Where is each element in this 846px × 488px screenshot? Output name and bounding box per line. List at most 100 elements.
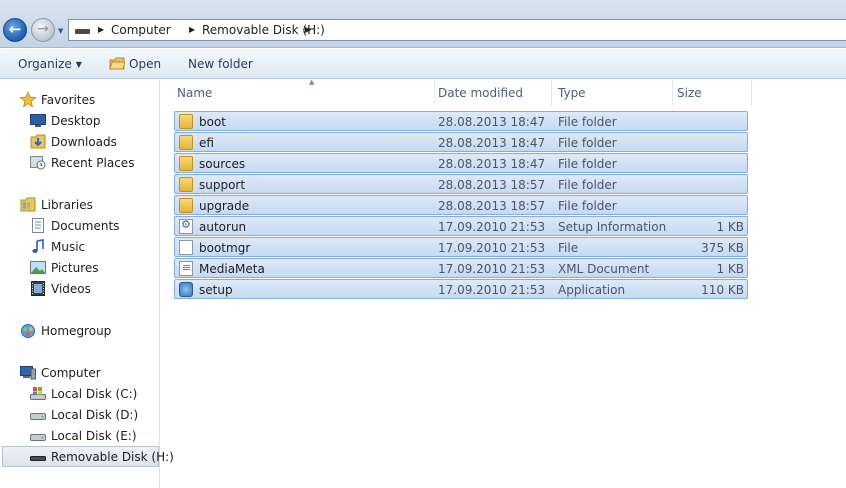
column-header-size[interactable]: Size — [673, 80, 752, 106]
organize-label: Organize — [18, 57, 72, 71]
address-bar[interactable]: ▶ Computer ▶ Removable Disk (H:) ▶ — [68, 19, 846, 41]
star-icon — [20, 92, 36, 107]
sidebar-item-label: Homegroup — [41, 324, 112, 338]
sidebar-item-label: Computer — [41, 366, 101, 380]
file-row-support[interactable]: support 28.08.2013 18:57 File folder — [174, 174, 748, 194]
removable-drive-icon — [75, 29, 90, 34]
file-row-sources[interactable]: sources 28.08.2013 18:47 File folder — [174, 153, 748, 173]
sidebar-item-local-disk-d[interactable]: Local Disk (D:) — [0, 405, 160, 425]
sidebar-item-label: Pictures — [51, 261, 99, 275]
file-row-efi[interactable]: efi 28.08.2013 18:47 File folder — [174, 132, 748, 152]
file-type: XML Document — [558, 262, 650, 276]
sidebar-item-label: Local Disk (E:) — [51, 429, 137, 443]
open-button[interactable]: Open — [129, 57, 161, 71]
sidebar-item-music[interactable]: Music — [0, 237, 160, 257]
sidebar-item-label: Music — [51, 240, 86, 254]
column-header-label: Size — [677, 86, 702, 100]
drive-icon — [30, 434, 46, 441]
file-date-modified: 17.09.2010 21:53 — [438, 262, 546, 276]
file-date-modified: 28.08.2013 18:47 — [438, 157, 546, 171]
file-row-autorun[interactable]: autorun 17.09.2010 21:53 Setup Informati… — [174, 216, 748, 236]
sidebar-item-homegroup[interactable]: Homegroup — [0, 321, 160, 341]
sidebar-item-label: Desktop — [51, 114, 101, 128]
sidebar-item-computer[interactable]: Computer — [0, 363, 160, 383]
column-header-type[interactable]: Type — [554, 80, 673, 106]
file-row-mediameta[interactable]: MediaMeta 17.09.2010 21:53 XML Document … — [174, 258, 748, 278]
sidebar-item-label: Local Disk (C:) — [51, 387, 138, 401]
new-folder-button[interactable]: New folder — [188, 57, 253, 71]
title-bar: ← → ▼ ▶ Computer ▶ Removable Disk (H:) ▶ — [0, 0, 846, 48]
file-row-upgrade[interactable]: upgrade 28.08.2013 18:57 File folder — [174, 195, 748, 215]
column-header-label: Type — [558, 86, 586, 100]
history-dropdown-icon[interactable]: ▼ — [58, 27, 63, 35]
xml-icon — [179, 261, 193, 276]
documents-icon — [32, 218, 44, 233]
file-date-modified: 17.09.2010 21:53 — [438, 220, 546, 234]
sidebar-item-pictures[interactable]: Pictures — [0, 258, 160, 278]
application-icon — [179, 282, 193, 297]
file-size: 110 KB — [701, 283, 744, 297]
sidebar-item-label: Videos — [51, 282, 91, 296]
back-button[interactable]: ← — [3, 18, 27, 42]
music-icon — [32, 239, 44, 253]
sidebar-item-desktop[interactable]: Desktop — [0, 111, 160, 131]
videos-icon — [31, 281, 45, 296]
file-date-modified: 17.09.2010 21:53 — [438, 283, 546, 297]
desktop-icon — [30, 114, 46, 127]
organize-button[interactable]: Organize ▼ — [18, 57, 82, 72]
sidebar-item-label: Local Disk (D:) — [51, 408, 139, 422]
column-header-date-modified[interactable]: Date modified — [434, 80, 552, 106]
column-header-label: Date modified — [438, 86, 524, 100]
breadcrumb-arrow-icon[interactable]: ▶ — [305, 23, 311, 37]
libraries-icon — [20, 197, 36, 212]
sidebar-item-libraries[interactable]: Libraries — [0, 195, 160, 215]
sidebar-item-label: Documents — [51, 219, 120, 233]
column-header-name[interactable]: ▲ Name — [173, 78, 435, 106]
sidebar-item-removable-disk-h[interactable]: Removable Disk (H:) — [2, 446, 174, 467]
breadcrumb-arrow-icon[interactable]: ▶ — [98, 23, 104, 37]
file-name: autorun — [199, 220, 247, 234]
forward-button[interactable]: → — [31, 18, 55, 42]
file-type: File folder — [558, 115, 617, 129]
setup-info-icon — [179, 218, 193, 234]
sidebar-item-label: Removable Disk (H:) — [51, 450, 174, 464]
sidebar-item-label: Downloads — [51, 135, 117, 149]
sidebar-item-label: Favorites — [41, 93, 96, 107]
file-date-modified: 28.08.2013 18:57 — [438, 178, 546, 192]
file-type: File folder — [558, 178, 617, 192]
file-row-boot[interactable]: boot 28.08.2013 18:47 File folder — [174, 111, 748, 131]
breadcrumb-computer[interactable]: Computer — [111, 23, 171, 38]
folder-icon — [179, 177, 193, 192]
file-icon — [179, 240, 193, 255]
sidebar-item-favorites[interactable]: Favorites — [0, 90, 160, 110]
drive-icon — [30, 413, 46, 420]
file-name: upgrade — [199, 199, 250, 213]
computer-icon — [20, 366, 36, 380]
downloads-icon — [30, 134, 46, 149]
removable-drive-icon — [30, 456, 46, 461]
file-type: File folder — [558, 199, 617, 213]
sidebar-item-documents[interactable]: Documents — [0, 216, 160, 236]
sort-ascending-icon: ▲ — [309, 78, 315, 86]
file-name: support — [199, 178, 246, 192]
open-folder-icon — [109, 57, 125, 70]
sidebar-item-local-disk-c[interactable]: Local Disk (C:) — [0, 384, 160, 404]
folder-icon — [179, 198, 193, 213]
homegroup-icon — [21, 324, 35, 338]
sidebar-item-videos[interactable]: Videos — [0, 279, 160, 299]
file-name: sources — [199, 157, 246, 171]
sidebar-item-recent-places[interactable]: Recent Places — [0, 153, 160, 173]
sidebar-item-downloads[interactable]: Downloads — [0, 132, 160, 152]
file-date-modified: 28.08.2013 18:57 — [438, 199, 546, 213]
file-row-setup[interactable]: setup 17.09.2010 21:53 Application 110 K… — [174, 279, 748, 299]
file-name: efi — [199, 136, 214, 150]
folder-icon — [179, 135, 193, 150]
sidebar-item-label: Libraries — [41, 198, 93, 212]
file-name: bootmgr — [199, 241, 251, 255]
file-row-bootmgr[interactable]: bootmgr 17.09.2010 21:53 File 375 KB — [174, 237, 748, 257]
breadcrumb-arrow-icon[interactable]: ▶ — [189, 23, 195, 37]
folder-icon — [179, 114, 193, 129]
file-type: File folder — [558, 136, 617, 150]
sidebar-item-local-disk-e[interactable]: Local Disk (E:) — [0, 426, 160, 446]
file-name: MediaMeta — [199, 262, 265, 276]
